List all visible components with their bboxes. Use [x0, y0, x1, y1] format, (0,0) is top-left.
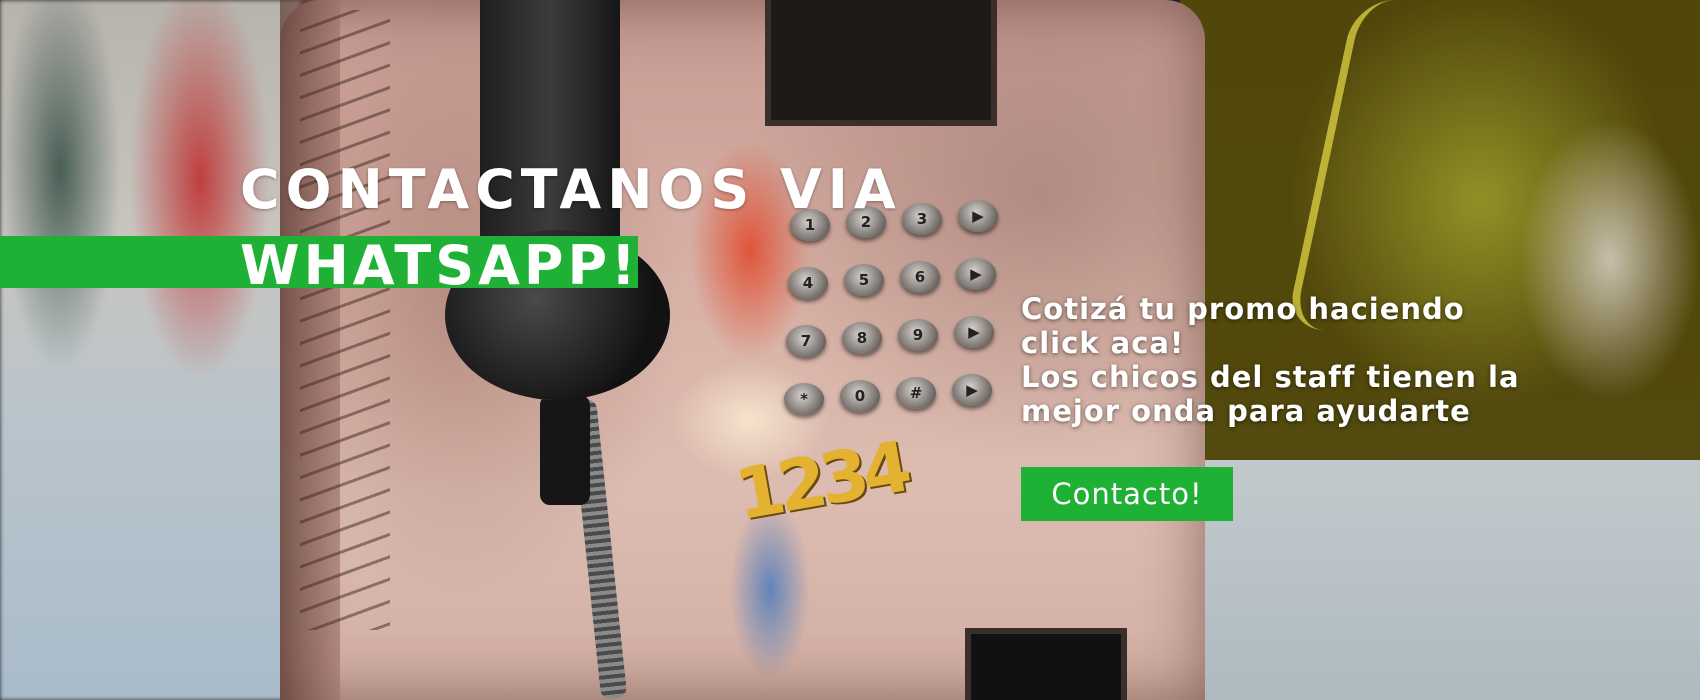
keypad-key: 9 — [898, 319, 938, 351]
keypad-key: ▶ — [956, 258, 996, 290]
promo-text: Cotizá tu promo haciendo click aca! Los … — [1021, 292, 1601, 428]
keypad-key: ▶ — [954, 316, 994, 348]
payphone-card-slot — [965, 628, 1127, 700]
keypad-key: * — [784, 383, 824, 415]
payphone-display — [765, 0, 997, 126]
contact-button[interactable]: Contacto! — [1021, 467, 1233, 521]
keypad-key: 6 — [900, 261, 940, 293]
heading-line-2: WHATSAPP! — [240, 234, 640, 297]
keypad-key: 7 — [786, 325, 826, 357]
black-graffiti — [300, 10, 390, 630]
keypad-key: 8 — [842, 322, 882, 354]
blurred-street-left — [0, 0, 300, 700]
keypad-key: 4 — [788, 267, 828, 299]
promo-line-3: Los chicos del staff tienen la — [1021, 360, 1520, 394]
promo-line-2: click aca! — [1021, 326, 1185, 360]
keypad-key: 5 — [844, 264, 884, 296]
whatsapp-contact-banner: 1234 1 2 3 ▶ 4 5 6 ▶ 7 8 9 ▶ * 0 # ▶ CONTACTANOS VIA WH… — [0, 0, 1700, 700]
heading-line-1: CONTACTANOS VIA — [240, 158, 902, 221]
keypad-key: ▶ — [952, 374, 992, 406]
promo-line-1: Cotizá tu promo haciendo — [1021, 292, 1465, 326]
keypad-key: # — [896, 377, 936, 409]
promo-line-4: mejor onda para ayudarte — [1021, 394, 1471, 428]
payphone-keypad: 1 2 3 ▶ 4 5 6 ▶ 7 8 9 ▶ * 0 # ▶ — [784, 200, 1010, 420]
wall-lower-right — [1180, 460, 1700, 700]
keypad-key: 3 — [902, 203, 942, 235]
keypad-key: 0 — [840, 380, 880, 412]
keypad-key: ▶ — [958, 200, 998, 232]
handset-cord-cap — [540, 395, 590, 505]
